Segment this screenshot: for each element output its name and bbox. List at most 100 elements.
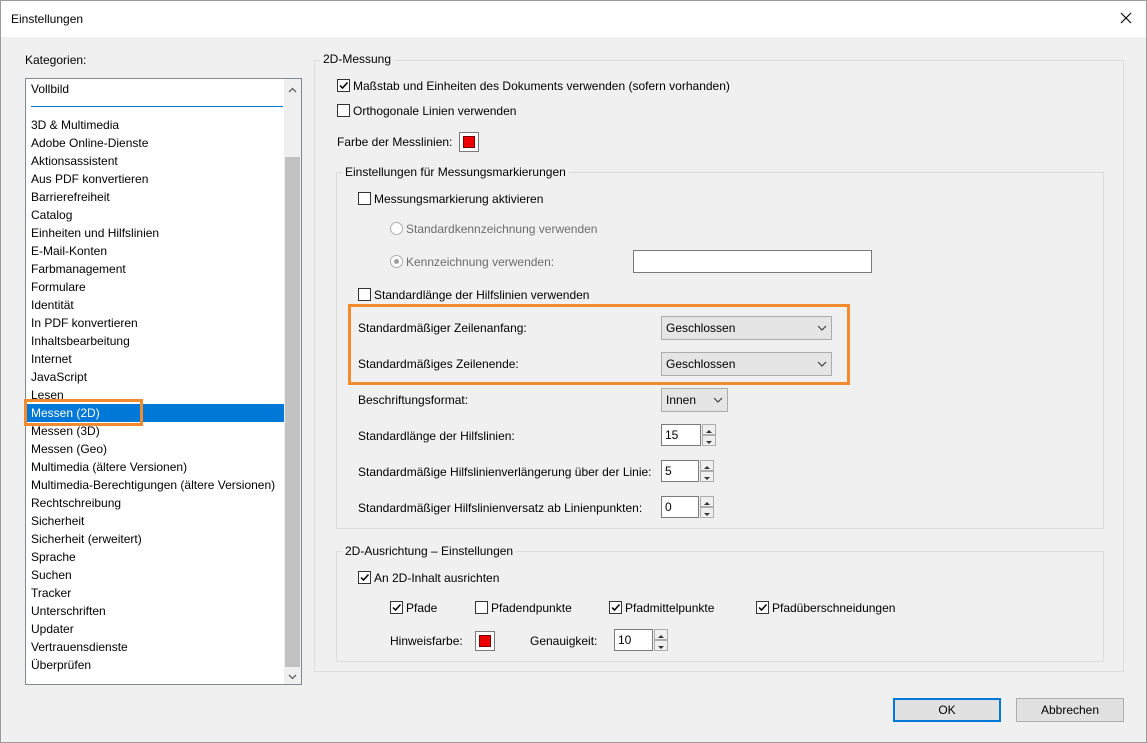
selection-highlight-box bbox=[24, 399, 143, 426]
category-item[interactable]: Sicherheit (erweitert) bbox=[27, 530, 284, 548]
line-end-select[interactable]: Geschlossen bbox=[661, 352, 832, 376]
enable-markup-label: Messungsmarkierung aktivieren bbox=[374, 192, 544, 206]
caption-format-label: Beschriftungsformat: bbox=[358, 393, 469, 407]
category-item[interactable]: Aktionsassistent bbox=[27, 152, 284, 170]
category-item[interactable]: Suchen bbox=[27, 566, 284, 584]
midpoints-label: Pfadmittelpunkte bbox=[625, 601, 715, 615]
spin-buttons[interactable] bbox=[700, 460, 714, 482]
standard-label-radio[interactable] bbox=[390, 222, 403, 235]
category-scrollbar[interactable] bbox=[284, 79, 301, 684]
category-item[interactable]: Sicherheit bbox=[27, 512, 284, 530]
color-fill bbox=[463, 136, 475, 148]
category-item[interactable]: Multimedia-Berechtigungen (ältere Versio… bbox=[27, 476, 284, 494]
chevron-down-icon bbox=[709, 389, 727, 411]
category-item[interactable]: Vertrauensdienste bbox=[27, 638, 284, 656]
spin-up-icon[interactable] bbox=[654, 629, 668, 640]
std-leader-checkbox[interactable] bbox=[358, 288, 371, 301]
spin-buttons[interactable] bbox=[654, 629, 668, 651]
category-item[interactable]: Tracker bbox=[27, 584, 284, 602]
intersections-checkbox[interactable] bbox=[756, 601, 769, 614]
measure-2d-group-title: 2D-Messung bbox=[320, 52, 395, 66]
preferences-dialog: Einstellungen Kategorien: Vollbild 3D & … bbox=[0, 0, 1147, 743]
category-item[interactable]: Barrierefreiheit bbox=[27, 188, 284, 206]
orthogonal-checkbox[interactable] bbox=[337, 104, 350, 117]
paths-label: Pfade bbox=[406, 601, 438, 615]
category-item[interactable]: Internet bbox=[27, 350, 284, 368]
line-start-label: Standardmäßiger Zeilenanfang: bbox=[358, 321, 527, 335]
spin-down-icon[interactable] bbox=[700, 471, 714, 482]
line-color-swatch[interactable] bbox=[459, 132, 479, 152]
spin-up-icon[interactable] bbox=[702, 424, 716, 435]
radio-dot bbox=[394, 259, 399, 264]
category-item[interactable]: Messen (Geo) bbox=[27, 440, 284, 458]
chevron-down-icon[interactable] bbox=[288, 670, 297, 680]
endpoints-checkbox[interactable] bbox=[475, 601, 488, 614]
category-item[interactable]: Sprache bbox=[27, 548, 284, 566]
category-item[interactable]: Rechtschreibung bbox=[27, 494, 284, 512]
enable-markup-checkbox[interactable] bbox=[358, 192, 371, 205]
category-item[interactable]: Identität bbox=[27, 296, 284, 314]
midpoints-checkbox[interactable] bbox=[609, 601, 622, 614]
category-item[interactable]: Adobe Online-Dienste bbox=[27, 134, 284, 152]
close-icon[interactable] bbox=[1114, 6, 1138, 30]
title-bar: Einstellungen bbox=[1, 1, 1146, 37]
leader-offset-input[interactable]: 0 bbox=[661, 496, 699, 518]
accuracy-input[interactable]: 10 bbox=[614, 629, 653, 651]
category-item[interactable]: Updater bbox=[27, 620, 284, 638]
category-item[interactable]: Aus PDF konvertieren bbox=[27, 170, 284, 188]
spin-down-icon[interactable] bbox=[702, 435, 716, 446]
spin-down-icon[interactable] bbox=[654, 640, 668, 651]
cancel-button[interactable]: Abbrechen bbox=[1016, 698, 1124, 722]
use-scale-checkbox[interactable] bbox=[337, 79, 350, 92]
leader-length-input[interactable]: 15 bbox=[661, 424, 701, 446]
category-item[interactable]: Formulare bbox=[27, 278, 284, 296]
category-item[interactable]: Catalog bbox=[27, 206, 284, 224]
category-item[interactable]: Einheiten und Hilfslinien bbox=[27, 224, 284, 242]
spin-buttons[interactable] bbox=[702, 424, 716, 446]
scrollbar-thumb[interactable] bbox=[285, 157, 300, 667]
paths-checkbox[interactable] bbox=[390, 601, 403, 614]
orthogonal-label: Orthogonale Linien verwenden bbox=[353, 104, 517, 118]
category-item[interactable]: Vollbild bbox=[27, 80, 284, 98]
category-item[interactable]: Multimedia (ältere Versionen) bbox=[27, 458, 284, 476]
caption-format-select[interactable]: Innen bbox=[661, 388, 728, 412]
snap-settings-group-title: 2D-Ausrichtung – Einstellungen bbox=[342, 544, 517, 558]
category-list[interactable]: Vollbild 3D & Multimedia Adobe Online-Die… bbox=[25, 78, 302, 685]
list-divider bbox=[31, 106, 283, 107]
use-scale-label: Maßstab und Einheiten des Dokuments verw… bbox=[353, 79, 730, 93]
snap-checkbox[interactable] bbox=[358, 571, 371, 584]
markup-settings-group-title: Einstellungen für Messungsmarkierungen bbox=[342, 165, 569, 179]
spin-up-icon[interactable] bbox=[700, 496, 714, 507]
custom-label-input[interactable] bbox=[633, 250, 872, 273]
category-item[interactable]: Überprüfen bbox=[27, 656, 284, 674]
chevron-up-icon[interactable] bbox=[288, 84, 297, 93]
endpoints-label: Pfadendpunkte bbox=[491, 601, 572, 615]
accuracy-label: Genauigkeit: bbox=[530, 634, 598, 648]
chevron-down-icon bbox=[813, 317, 831, 339]
line-end-label: Standardmäßiges Zeilenende: bbox=[358, 357, 519, 371]
caption-format-value: Innen bbox=[666, 393, 697, 407]
categories-label: Kategorien: bbox=[25, 53, 87, 67]
line-start-value: Geschlossen bbox=[666, 321, 736, 335]
leader-length-label: Standardlänge der Hilfslinien: bbox=[358, 429, 515, 443]
leader-offset-label: Standardmäßiger Hilfslinienversatz ab Li… bbox=[358, 501, 643, 515]
spin-buttons[interactable] bbox=[700, 496, 714, 518]
category-item[interactable]: 3D & Multimedia bbox=[27, 116, 284, 134]
custom-label-radio[interactable] bbox=[390, 255, 403, 268]
spin-down-icon[interactable] bbox=[700, 507, 714, 518]
line-start-select[interactable]: Geschlossen bbox=[661, 316, 832, 340]
std-leader-label: Standardlänge der Hilfslinien verwenden bbox=[374, 288, 590, 302]
custom-label-radio-label: Kennzeichnung verwenden: bbox=[406, 255, 555, 269]
ok-button[interactable]: OK bbox=[893, 698, 1001, 722]
line-end-value: Geschlossen bbox=[666, 357, 736, 371]
category-item[interactable]: Inhaltsbearbeitung bbox=[27, 332, 284, 350]
category-item[interactable]: JavaScript bbox=[27, 368, 284, 386]
category-item[interactable]: E-Mail-Konten bbox=[27, 242, 284, 260]
hint-color-swatch[interactable] bbox=[475, 631, 495, 651]
category-item[interactable]: In PDF konvertieren bbox=[27, 314, 284, 332]
leader-extension-input[interactable]: 5 bbox=[661, 460, 699, 482]
category-item[interactable]: Farbmanagement bbox=[27, 260, 284, 278]
standard-label-radio-label: Standardkennzeichnung verwenden bbox=[406, 222, 598, 236]
spin-up-icon[interactable] bbox=[700, 460, 714, 471]
category-item[interactable]: Unterschriften bbox=[27, 602, 284, 620]
